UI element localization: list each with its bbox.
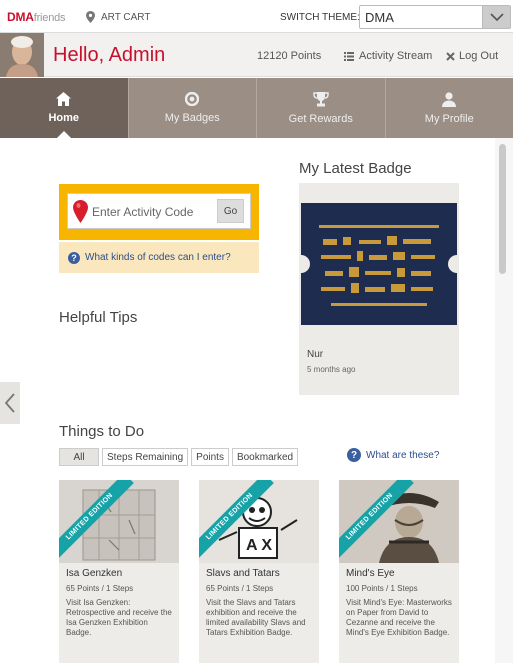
avatar[interactable] [0, 33, 44, 77]
close-icon [446, 51, 455, 61]
latest-badge-card[interactable]: Nur 5 months ago [299, 183, 459, 395]
activity-card-slavs-and-tatars[interactable]: A X LIMITED EDITION Slavs and Tatars 65 … [199, 480, 319, 663]
user-header: Hello, Admin 12120 Points Activity Strea… [0, 33, 513, 77]
badge-name: Nur [307, 349, 324, 360]
things-to-do-title: Things to Do [59, 423, 145, 440]
dma-friends-logo[interactable]: DMAfriends [7, 10, 66, 24]
activity-code-field[interactable]: Enter Activity Code Go [67, 193, 251, 229]
trophy-icon [313, 91, 329, 106]
nav-home[interactable]: Home [0, 78, 129, 138]
points-count: 12120 Points [257, 50, 322, 62]
card-meta: 65 Points / 1 Steps [206, 584, 274, 593]
scrollbar[interactable] [495, 138, 513, 663]
filter-points[interactable]: Points [191, 448, 229, 466]
question-icon: ? [68, 251, 80, 264]
art-cart-label: ART CART [101, 11, 151, 23]
theme-select[interactable]: DMA [359, 5, 511, 29]
logout-link[interactable]: Log Out [446, 50, 498, 62]
badge-icon [185, 92, 200, 106]
main-nav: Home My Badges Get Rewards My Profile [0, 78, 513, 138]
helpful-tips-title: Helpful Tips [59, 309, 138, 326]
latest-badge-title: My Latest Badge [299, 160, 412, 177]
art-cart-link[interactable]: ART CART [86, 11, 150, 23]
scrollbar-thumb[interactable] [499, 144, 506, 274]
filter-steps-remaining[interactable]: Steps Remaining [102, 448, 189, 466]
card-meta: 65 Points / 1 Steps [66, 584, 134, 593]
codes-help-link[interactable]: ? What kinds of codes can I enter? [59, 242, 259, 273]
badge-time: 5 months ago [307, 365, 356, 374]
badge-image [301, 203, 457, 325]
logout-label: Log Out [459, 50, 499, 62]
activity-stream-link[interactable]: Activity Stream [344, 50, 432, 62]
card-description: Visit Mind's Eye: Masterworks on Paper f… [346, 598, 452, 637]
nav-my-profile[interactable]: My Profile [386, 78, 513, 138]
what-are-these-link[interactable]: ? What are these? [347, 448, 439, 462]
nav-home-label: Home [48, 112, 80, 124]
nav-my-badges-label: My Badges [164, 112, 220, 124]
switch-theme-label: SWITCH THEME: [280, 12, 360, 23]
theme-select-value: DMA [365, 10, 394, 25]
card-image: A X LIMITED EDITION [199, 480, 319, 563]
codes-help-label: What kinds of codes can I enter? [85, 252, 231, 263]
go-button[interactable]: Go [217, 199, 244, 223]
card-image: LIMITED EDITION [339, 480, 459, 563]
activity-card-isa-genzken[interactable]: LIMITED EDITION Isa Genzken 65 Points / … [59, 480, 179, 663]
filter-all[interactable]: All [59, 448, 99, 466]
nav-get-rewards[interactable]: Get Rewards [257, 78, 386, 138]
nav-my-badges[interactable]: My Badges [129, 78, 257, 138]
map-pin-icon [86, 11, 95, 23]
activity-cards: LIMITED EDITION Isa Genzken 65 Points / … [59, 480, 459, 663]
svg-text:A X: A X [246, 537, 272, 554]
card-meta: 100 Points / 1 Steps [346, 584, 418, 593]
filter-bookmarked[interactable]: Bookmarked [231, 448, 299, 466]
card-description: Visit Isa Genzken: Retrospective and rec… [66, 598, 172, 637]
map-pin-icon [73, 200, 88, 223]
carousel-prev-button[interactable] [0, 382, 20, 424]
activity-code-box: Enter Activity Code Go [59, 184, 259, 240]
card-title: Isa Genzken [66, 568, 123, 579]
top-bar: DMAfriends ART CART SWITCH THEME: DMA [0, 0, 513, 33]
page: DMAfriends ART CART SWITCH THEME: DMA He… [0, 0, 513, 663]
home-icon [56, 92, 72, 106]
activity-stream-label: Activity Stream [359, 50, 433, 62]
chevron-left-icon [5, 393, 15, 413]
filter-bar: All Steps Remaining Points Bookmarked [59, 448, 299, 466]
user-icon [442, 91, 457, 107]
question-icon: ? [347, 448, 361, 462]
card-title: Slavs and Tatars [206, 568, 280, 579]
what-are-these-label: What are these? [366, 449, 440, 461]
chevron-down-icon[interactable] [482, 6, 510, 28]
card-image: LIMITED EDITION [59, 480, 179, 563]
card-description: Visit the Slavs and Tatars exhibition an… [206, 598, 306, 637]
card-title: Mind's Eye [346, 568, 395, 579]
logo-dma: DMA [7, 10, 34, 24]
activity-code-input[interactable]: Enter Activity Code [92, 205, 193, 219]
list-icon [344, 51, 354, 61]
logo-friends: friends [33, 12, 66, 24]
nav-my-profile-label: My Profile [424, 112, 474, 125]
activity-card-minds-eye[interactable]: LIMITED EDITION Mind's Eye 100 Points / … [339, 480, 459, 663]
greeting: Hello, Admin [53, 44, 166, 66]
nav-get-rewards-label: Get Rewards [288, 112, 353, 125]
